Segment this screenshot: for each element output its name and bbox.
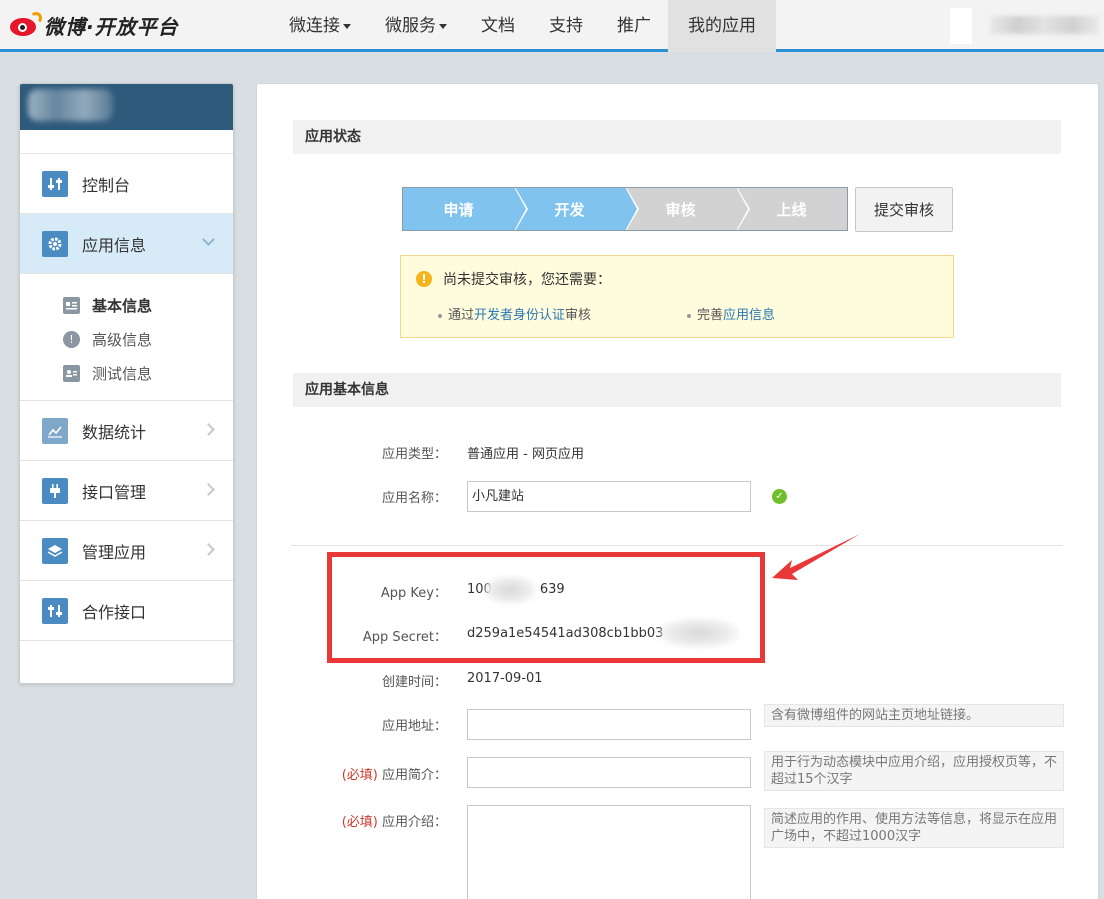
id-card-icon [63, 296, 80, 314]
required-tag: (必填) [341, 815, 378, 830]
nav-item-wei-lianjie[interactable]: 微连接 [272, 0, 368, 52]
nav-item-wei-fuwu[interactable]: 微服务 [368, 0, 464, 52]
layers-icon [42, 537, 68, 564]
sidebar-item-app-info[interactable]: 应用信息 [20, 214, 233, 274]
annotation-highlight-box [327, 552, 765, 663]
step-develop: 开发 [514, 188, 639, 230]
test-icon [63, 364, 80, 382]
step-apply: 申请 [403, 188, 528, 230]
required-tag: (必填) [341, 768, 378, 783]
app-url-label: 应用地址： [381, 719, 447, 734]
app-type-label: 应用类型： [381, 447, 447, 462]
developer-verify-link[interactable]: 开发者身份认证 [474, 308, 565, 323]
pending-review-notice: ! 尚未提交审核，您还需要： 通过开发者身份认证审核 完善应用信息 [400, 255, 954, 338]
notice-title: 尚未提交审核，您还需要： [443, 272, 611, 288]
nav-item-my-apps[interactable]: 我的应用 [668, 0, 776, 52]
app-name-blurred [28, 89, 113, 121]
sidebar-subitem-basic-info[interactable]: 基本信息 [20, 288, 233, 322]
check-icon: ✓ [772, 489, 787, 504]
step-online: 上线 [736, 188, 847, 230]
app-name-label: 应用名称： [381, 491, 447, 506]
annotation-arrow-icon [772, 534, 860, 580]
step-review: 审核 [625, 188, 750, 230]
sidebar-item-data-stats[interactable]: 数据统计 [20, 401, 233, 461]
caret-down-icon [439, 23, 447, 29]
plug-icon [42, 477, 68, 504]
sidebar-subitem-test-info[interactable]: 测试信息 [20, 356, 233, 390]
app-intro-hint: 简述应用的作用、使用方法等信息，将显示在应用广场中，不超过1000汉字 [764, 808, 1064, 848]
user-info-blurred[interactable] [950, 8, 1100, 44]
created-time-label: 创建时间： [381, 675, 447, 690]
app-summary-hint: 用于行为动态模块中应用介绍，应用授权页等，不超过15个汉字 [764, 751, 1064, 791]
sidebar-item-partner-api[interactable]: 合作接口 [20, 581, 233, 641]
sidebar-subitem-advanced-info[interactable]: ! 高级信息 [20, 322, 233, 356]
nav-item-promote[interactable]: 推广 [600, 0, 668, 52]
sidebar-item-api-manage[interactable]: 接口管理 [20, 461, 233, 521]
top-navbar: 微博·开放平台 微连接 微服务 文档 支持 推广 我的应用 [0, 0, 1104, 52]
sidebar-item-manage-apps[interactable]: 管理应用 [20, 521, 233, 581]
sidebar: 控制台 应用信息 基本信息 ! 高级信息 测试信息 数据统计 接口管理 管理应用… [19, 83, 234, 684]
app-summary-label: (必填) 应用简介： [341, 768, 447, 783]
section-title-app-status: 应用状态 [293, 120, 1061, 154]
app-url-input[interactable] [467, 709, 751, 740]
warning-icon: ! [416, 271, 432, 287]
nav-item-docs[interactable]: 文档 [464, 0, 532, 52]
weibo-eye-icon [8, 12, 42, 38]
notice-requirement-verify: 通过开发者身份认证审核 [438, 304, 591, 323]
main-nav: 微连接 微服务 文档 支持 推广 我的应用 [272, 0, 776, 52]
sidebar-sub-list: 基本信息 ! 高级信息 测试信息 [20, 274, 233, 401]
sidebar-item-dashboard[interactable]: 控制台 [20, 154, 233, 214]
chevron-right-icon [202, 423, 215, 436]
notice-requirement-complete-info: 完善应用信息 [687, 304, 775, 323]
app-summary-input[interactable] [467, 757, 751, 788]
app-url-hint: 含有微博组件的网站主页地址链接。 [764, 704, 1064, 727]
weibo-logo[interactable]: 微博·开放平台 [8, 9, 179, 41]
chart-icon [42, 417, 68, 444]
sidebar-app-header [20, 84, 233, 130]
app-info-link[interactable]: 应用信息 [723, 308, 775, 323]
app-name-input[interactable]: 小凡建站 [467, 481, 751, 512]
section-title-basic-info: 应用基本信息 [293, 373, 1061, 407]
caret-down-icon [343, 23, 351, 29]
gear-icon [42, 230, 68, 257]
chevron-right-icon [202, 543, 215, 556]
dashboard-icon [42, 170, 68, 197]
chevron-right-icon [202, 483, 215, 496]
logo-text: 微博·开放平台 [44, 14, 179, 39]
chevron-down-icon [202, 233, 215, 246]
exclamation-icon: ! [63, 330, 80, 348]
main-panel: 应用状态 申请 开发 审核 上线 提交审核 ! 尚未提交审核，您还需要： 通过开… [256, 83, 1099, 899]
status-steps: 申请 开发 审核 上线 [402, 187, 848, 231]
created-time-value: 2017-09-01 [467, 671, 543, 686]
app-type-value: 普通应用 - 网页应用 [467, 447, 584, 462]
submit-review-button[interactable]: 提交审核 [855, 187, 953, 232]
app-intro-label: (必填) 应用介绍： [341, 815, 447, 830]
nav-item-support[interactable]: 支持 [532, 0, 600, 52]
sliders-icon [42, 597, 68, 624]
app-intro-textarea[interactable] [467, 805, 751, 899]
